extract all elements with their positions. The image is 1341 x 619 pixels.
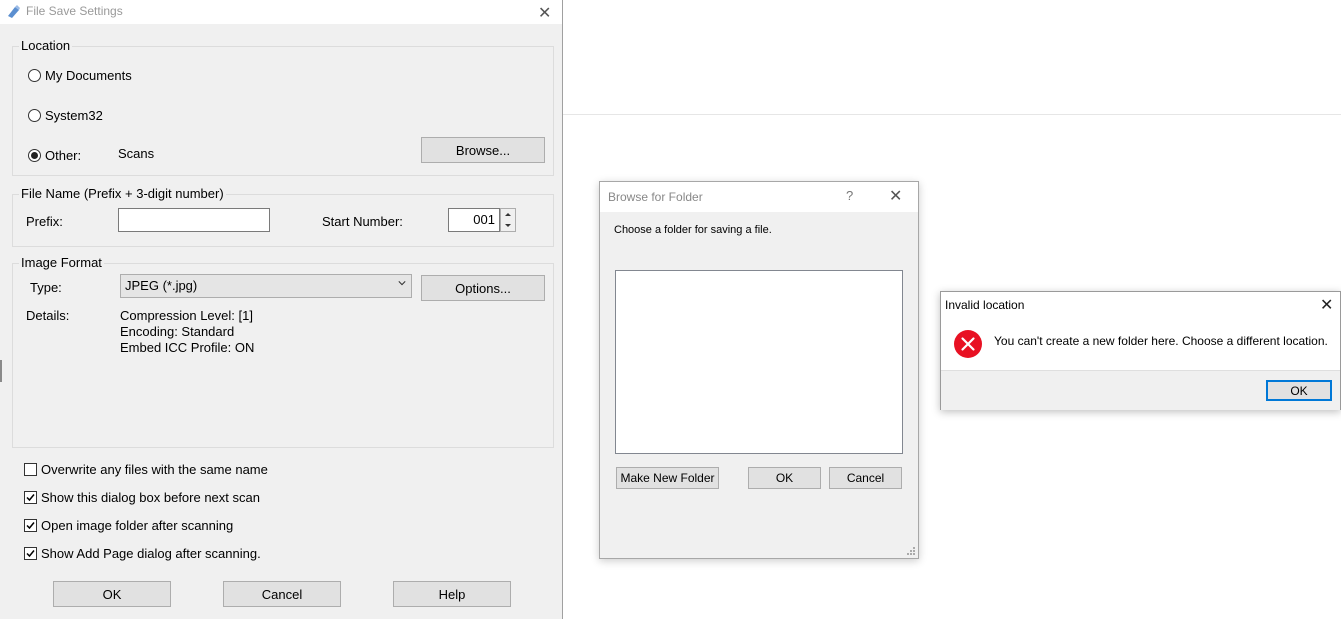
checkmark-icon	[26, 550, 35, 558]
browse-button[interactable]: Browse...	[421, 137, 545, 163]
radio-my-documents[interactable]	[28, 69, 41, 82]
invalid-location-dialog: Invalid location ✕ You can't create a ne…	[940, 291, 1341, 410]
ok-button[interactable]: OK	[748, 467, 821, 489]
overwrite-checkbox[interactable]	[24, 463, 37, 476]
image-format-group-label: Image Format	[19, 255, 104, 270]
type-select[interactable]: JPEG (*.jpg)	[120, 274, 412, 298]
radio-system32[interactable]	[28, 109, 41, 122]
show-dialog-checkbox-label[interactable]: Show this dialog box before next scan	[41, 490, 260, 505]
chevron-down-icon[interactable]	[501, 220, 515, 231]
other-location-value: Scans	[118, 146, 155, 161]
add-page-checkbox[interactable]	[24, 547, 37, 560]
options-button[interactable]: Options...	[421, 275, 545, 301]
open-folder-checkbox[interactable]	[24, 519, 37, 532]
background-divider	[563, 114, 1341, 115]
start-number-value: 001	[473, 212, 495, 227]
details-line: Embed ICC Profile: ON	[120, 340, 255, 355]
error-icon	[954, 330, 982, 358]
chevron-up-icon[interactable]	[501, 209, 515, 220]
close-icon[interactable]: ✕	[1320, 295, 1333, 315]
show-dialog-checkbox[interactable]	[24, 491, 37, 504]
type-label: Type:	[30, 280, 62, 295]
overwrite-checkbox-label[interactable]: Overwrite any files with the same name	[41, 462, 268, 477]
close-icon[interactable]: ✕	[889, 186, 902, 206]
start-number-stepper[interactable]	[500, 208, 516, 232]
app-icon	[8, 5, 20, 18]
radio-other[interactable]	[28, 149, 41, 162]
resize-grip-icon[interactable]	[906, 546, 916, 556]
cancel-button[interactable]: Cancel	[829, 467, 902, 489]
close-icon[interactable]: ✕	[538, 3, 551, 23]
prefix-input[interactable]	[118, 208, 270, 232]
title-bar: File Save Settings ✕	[0, 0, 562, 24]
add-page-checkbox-label[interactable]: Show Add Page dialog after scanning.	[41, 546, 261, 561]
details-label: Details:	[26, 308, 70, 323]
help-icon[interactable]: ?	[846, 188, 853, 203]
start-number-label: Start Number:	[322, 214, 403, 229]
title-bar: Browse for Folder ? ✕	[600, 182, 918, 212]
window-title: Invalid location	[945, 298, 1025, 312]
radio-system32-label[interactable]: System32	[45, 108, 103, 123]
radio-other-label[interactable]: Other:	[45, 148, 81, 163]
window-title: File Save Settings	[26, 4, 123, 18]
checkmark-icon	[26, 494, 35, 502]
help-button[interactable]: Help	[393, 581, 511, 607]
radio-my-documents-label[interactable]: My Documents	[45, 68, 132, 83]
file-name-group-label: File Name (Prefix + 3-digit number)	[19, 186, 226, 201]
make-new-folder-button[interactable]: Make New Folder	[616, 467, 719, 489]
dialog-footer: OK	[941, 370, 1340, 410]
type-select-value: JPEG (*.jpg)	[125, 278, 198, 293]
ok-button[interactable]: OK	[1266, 380, 1332, 401]
start-number-field[interactable]: 001	[448, 208, 500, 232]
chevron-down-icon	[398, 281, 406, 286]
details-line: Encoding: Standard	[120, 324, 235, 339]
file-save-settings-dialog: File Save Settings ✕ Location My Documen…	[0, 0, 563, 619]
window-edge	[0, 360, 2, 382]
details-line: Compression Level: [1]	[120, 308, 253, 323]
window-title: Browse for Folder	[608, 190, 703, 204]
ok-button[interactable]: OK	[53, 581, 171, 607]
location-group-label: Location	[19, 38, 73, 53]
cancel-button[interactable]: Cancel	[223, 581, 341, 607]
open-folder-checkbox-label[interactable]: Open image folder after scanning	[41, 518, 233, 533]
folder-tree[interactable]	[615, 270, 903, 454]
prefix-label: Prefix:	[26, 214, 63, 229]
checkmark-icon	[26, 522, 35, 530]
browse-for-folder-dialog: Browse for Folder ? ✕ Choose a folder fo…	[599, 181, 919, 559]
instruction-text: Choose a folder for saving a file.	[614, 224, 772, 236]
error-message: You can't create a new folder here. Choo…	[994, 334, 1328, 348]
